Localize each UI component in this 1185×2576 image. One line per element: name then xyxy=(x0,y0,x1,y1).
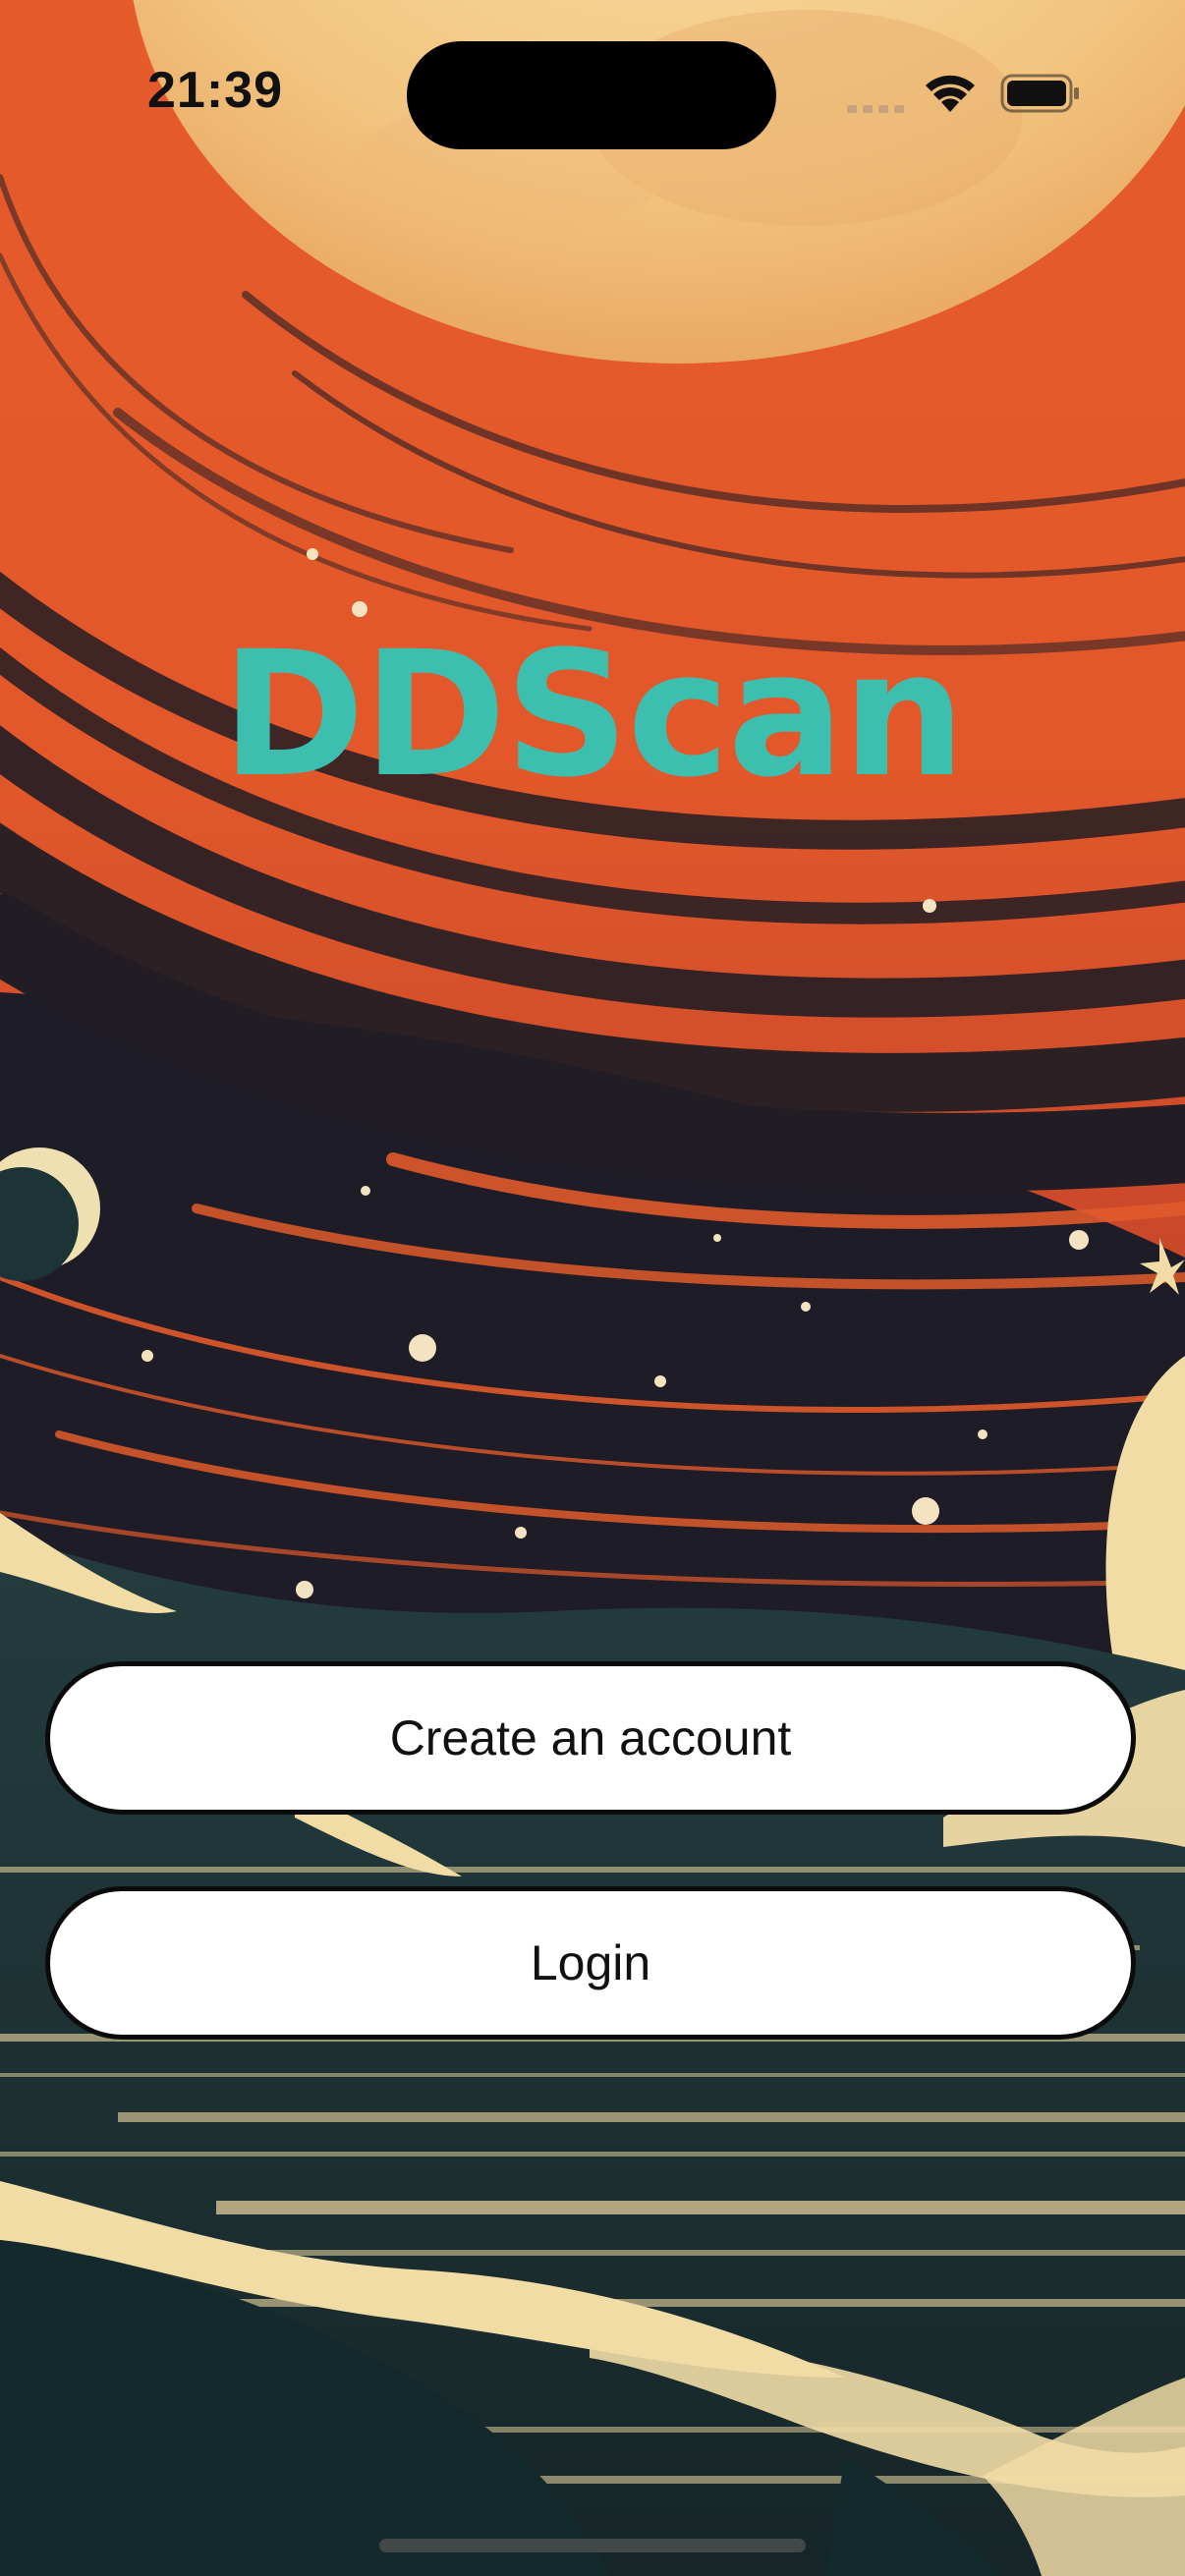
login-button[interactable]: Login xyxy=(45,1886,1136,2040)
cellular-signal-icon xyxy=(847,105,904,113)
wifi-icon xyxy=(926,75,975,112)
app-title: DDScan xyxy=(221,614,965,815)
create-account-button[interactable]: Create an account xyxy=(45,1661,1136,1815)
home-indicator[interactable] xyxy=(379,2539,806,2552)
space-illustration-background xyxy=(0,0,1185,2576)
login-label: Login xyxy=(530,1935,651,1990)
dynamic-island xyxy=(407,41,776,149)
status-bar-time: 21:39 xyxy=(147,62,283,119)
create-account-label: Create an account xyxy=(389,1710,792,1765)
battery-icon xyxy=(1000,74,1079,113)
app-screen: 21:39 DDScan Create an account Login xyxy=(0,0,1185,2576)
